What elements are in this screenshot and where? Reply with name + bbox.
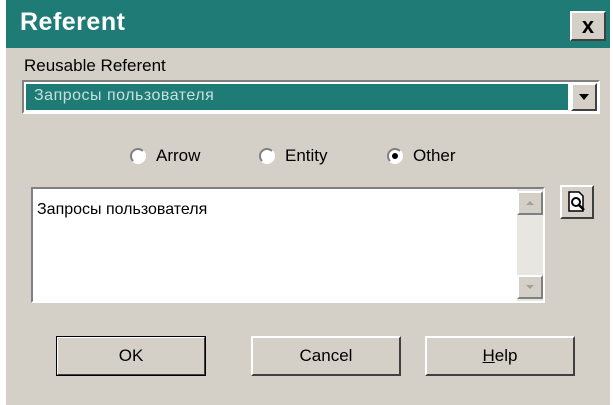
chevron-down-icon <box>579 94 589 100</box>
radio-other[interactable]: Other <box>387 146 456 166</box>
referent-type-radio-group: Arrow Entity Other <box>0 146 613 176</box>
radio-arrow-label: Arrow <box>156 146 201 165</box>
reusable-referent-label: Reusable Referent <box>24 56 166 75</box>
help-button[interactable]: Help <box>425 336 575 376</box>
scroll-down-icon <box>526 285 534 289</box>
close-button[interactable]: x <box>570 11 606 41</box>
title-bar[interactable]: Referent x <box>6 0 610 48</box>
radio-entity-indicator[interactable] <box>259 148 275 164</box>
scroll-up-button[interactable] <box>517 191 543 215</box>
preview-document-icon <box>568 191 585 212</box>
radio-entity[interactable]: Entity <box>259 146 328 166</box>
radio-entity-label: Entity <box>285 146 328 165</box>
radio-arrow-indicator[interactable] <box>130 148 146 164</box>
reusable-referent-select[interactable]: Запросы пользователя <box>22 80 600 114</box>
radio-other-indicator[interactable] <box>387 148 403 164</box>
window-title: Referent <box>20 8 126 36</box>
close-icon: x <box>581 13 595 38</box>
reusable-referent-selected-value: Запросы пользователя <box>26 84 568 110</box>
ok-button[interactable]: OK <box>56 336 206 376</box>
referent-text-area[interactable]: Запросы пользователя <box>31 187 545 303</box>
vertical-scrollbar[interactable] <box>517 189 543 301</box>
referent-text-value: Запросы пользователя <box>37 201 208 218</box>
cancel-button-label: Cancel <box>299 346 353 365</box>
ok-button-label: OK <box>118 346 144 365</box>
cancel-button[interactable]: Cancel <box>251 336 401 376</box>
preview-button[interactable] <box>560 185 594 219</box>
dropdown-button[interactable] <box>571 83 597 111</box>
radio-arrow[interactable]: Arrow <box>130 146 200 166</box>
scroll-down-button[interactable] <box>517 275 543 299</box>
scroll-up-icon <box>526 201 534 205</box>
help-button-label: Help <box>482 346 518 365</box>
radio-other-label: Other <box>413 146 456 165</box>
